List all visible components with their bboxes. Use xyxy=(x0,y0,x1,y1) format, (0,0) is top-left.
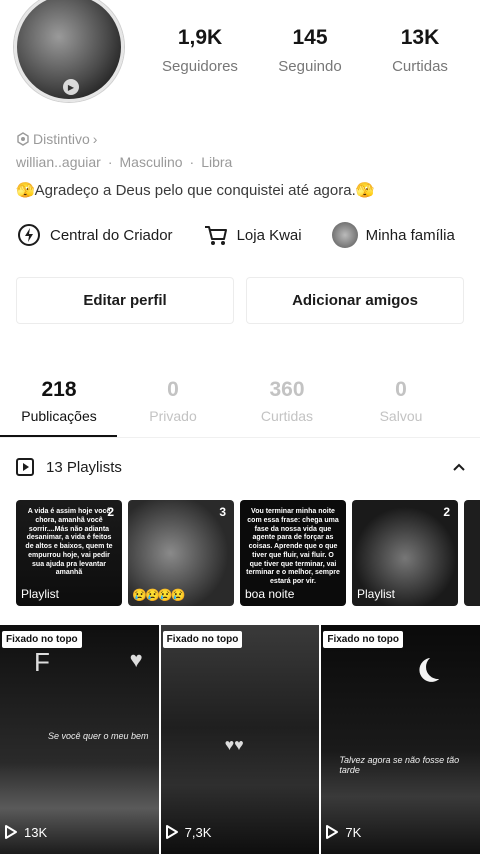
post-view-count: 7,3K xyxy=(184,824,212,840)
pinned-badge: Fixado no topo xyxy=(323,631,403,648)
profile-meta: willian..aguiar · Masculino · Libra xyxy=(16,154,232,170)
post-views: 13K xyxy=(4,824,47,840)
play-outline-icon xyxy=(165,825,178,839)
creator-center-link[interactable]: Central do Criador xyxy=(16,222,173,248)
post-view-count: 7K xyxy=(345,824,362,840)
playlists-row: A vida é assim hoje você chora, amanhã v… xyxy=(16,500,480,606)
badge-label: Distintivo xyxy=(33,131,90,147)
pinned-badge: Fixado no topo xyxy=(2,631,82,648)
emoji-row-icon: 😢😢😢😢 xyxy=(132,588,186,602)
tab-likes[interactable]: 360 Curtidas xyxy=(232,378,342,424)
playlist-card[interactable]: A vida é assim hoje você chora, amanhã v… xyxy=(16,500,122,606)
play-icon: ▶ xyxy=(63,79,79,95)
separator-dot: · xyxy=(107,154,113,170)
chevron-right-icon: › xyxy=(92,131,98,147)
stat-value: 145 xyxy=(292,26,328,49)
playlists-header[interactable]: 13 Playlists xyxy=(16,458,466,476)
add-friends-button[interactable]: Adicionar amigos xyxy=(246,277,464,324)
tab-label: Privado xyxy=(149,408,197,424)
tab-count: 0 xyxy=(167,378,179,401)
playlist-card[interactable]: 2 Playlist xyxy=(352,500,458,606)
tab-saved[interactable]: 0 Salvou xyxy=(346,378,456,424)
profile-links: Central do Criador Loja Kwai Minha famíl… xyxy=(16,222,472,248)
tab-label: Publicações xyxy=(21,408,97,424)
hearts-icon: ♥♥ xyxy=(224,737,244,754)
play-outline-icon xyxy=(5,825,17,839)
stat-label: Seguindo xyxy=(278,58,342,75)
stat-following[interactable]: 145 Seguindo xyxy=(260,26,360,75)
distinctive-badge[interactable]: Distintivo › xyxy=(16,131,97,147)
profile-stats: 1,9K Seguidores 145 Seguindo 13K Curtida… xyxy=(150,26,470,75)
profile-bio: 🫣Agradeço a Deus pelo que conquistei até… xyxy=(16,182,375,199)
post-thumbnail[interactable]: Fixado no topo Talvez agora se não fosse… xyxy=(321,625,480,854)
playlist-cover-text: Vou terminar minha noite com essa frase:… xyxy=(246,508,340,585)
playlist-caption: Playlist xyxy=(357,587,396,601)
link-label: Minha família xyxy=(365,226,455,244)
playlist-card-partial[interactable] xyxy=(464,500,480,606)
stat-value: 13K xyxy=(400,26,440,49)
post-views: 7K xyxy=(325,824,361,840)
playlist-caption: boa noite xyxy=(245,587,295,601)
playlist-icon xyxy=(16,458,34,476)
tab-count: 0 xyxy=(395,378,407,401)
lightning-circle-icon xyxy=(16,222,42,248)
pinned-badge: Fixado no topo xyxy=(162,631,243,648)
stat-value: 1,9K xyxy=(177,26,223,49)
username: willian..aguiar xyxy=(16,154,101,170)
post-thumbnail[interactable]: Fixado no topo ♥♥ 7,3K xyxy=(160,625,320,854)
stat-label: Seguidores xyxy=(162,58,238,75)
zodiac-sign: Libra xyxy=(201,154,233,170)
playlist-card[interactable]: 3 😢😢😢😢 xyxy=(128,500,234,606)
tabs-divider xyxy=(0,437,480,438)
playlist-video-count: 2 xyxy=(107,505,114,519)
content-tabs: 218 Publicações 0 Privado 360 Curtidas 0… xyxy=(0,378,480,424)
cart-icon xyxy=(203,222,229,248)
my-family-link[interactable]: Minha família xyxy=(331,222,455,248)
gender: Masculino xyxy=(119,154,183,170)
playlist-card[interactable]: Vou terminar minha noite com essa frase:… xyxy=(240,500,346,606)
playlist-caption: Playlist xyxy=(21,587,60,601)
badge-icon xyxy=(17,132,29,146)
post-overlay-text: Talvez agora se não fosse tão tarde xyxy=(339,755,460,775)
edit-profile-button[interactable]: Editar perfil xyxy=(16,277,234,324)
stat-followers[interactable]: 1,9K Seguidores xyxy=(150,26,250,75)
family-avatar-icon xyxy=(331,222,358,248)
moon-icon xyxy=(424,653,452,681)
profile-avatar[interactable]: ▶ xyxy=(14,0,124,102)
playlist-video-count: 3 xyxy=(219,505,226,519)
link-label: Central do Criador xyxy=(50,226,173,244)
tab-count: 218 xyxy=(41,378,77,401)
tab-count: 360 xyxy=(269,378,305,401)
stat-likes[interactable]: 13K Curtidas xyxy=(370,26,470,75)
link-label: Loja Kwai xyxy=(236,226,302,244)
playlist-cover-text: A vida é assim hoje você chora, amanhã v… xyxy=(25,508,113,577)
tab-publications[interactable]: 218 Publicações xyxy=(4,378,114,424)
post-thumbnail[interactable]: Fixado no topo F ♥ Se você quer o meu be… xyxy=(0,625,159,854)
post-view-count: 13K xyxy=(24,824,48,840)
tab-label: Salvou xyxy=(379,408,423,424)
playlists-count: 13 Playlists xyxy=(46,458,122,476)
playlist-video-count: 2 xyxy=(443,505,450,519)
post-overlay-text: Se você quer o meu bem xyxy=(48,731,149,741)
stat-label: Curtidas xyxy=(392,58,448,75)
heart-icon: ♥ xyxy=(129,647,143,672)
chevron-up-icon[interactable] xyxy=(452,462,466,472)
posts-grid: Fixado no topo F ♥ Se você quer o meu be… xyxy=(0,625,480,854)
post-overlay-letter: F xyxy=(34,647,50,677)
post-views: 7,3K xyxy=(165,824,212,840)
tab-private[interactable]: 0 Privado xyxy=(118,378,228,424)
tab-label: Curtidas xyxy=(260,408,314,424)
kwai-shop-link[interactable]: Loja Kwai xyxy=(203,222,302,248)
separator-dot: · xyxy=(189,154,195,170)
play-outline-icon xyxy=(326,825,339,839)
profile-actions: Editar perfil Adicionar amigos xyxy=(16,277,464,324)
